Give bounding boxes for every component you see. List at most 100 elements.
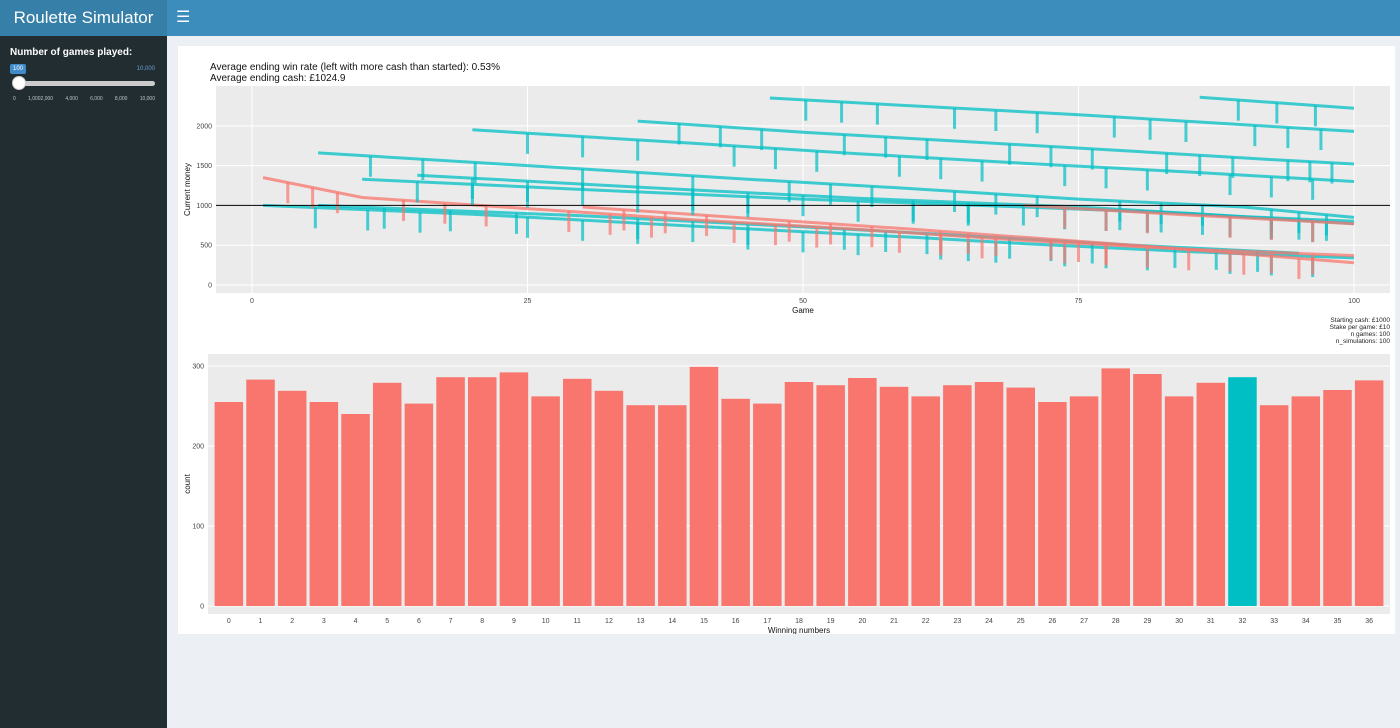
bar-x-tick-label: 21 — [890, 618, 898, 625]
line-y-tick-label: 500 — [200, 243, 212, 250]
bar-35 — [1323, 390, 1352, 606]
line-x-tick-label: 25 — [524, 298, 532, 305]
bar-19 — [816, 385, 845, 606]
bar-33 — [1259, 405, 1289, 606]
bar-x-tick-label: 4 — [354, 618, 358, 625]
bar-23 — [943, 385, 972, 606]
bar-y-tick-label: 0 — [200, 604, 204, 611]
bar-x-tick-label: 16 — [732, 618, 740, 625]
bar-x-tick-label: 17 — [763, 618, 771, 625]
bar-12 — [594, 390, 624, 606]
win-rate-text: Average ending win rate (left with more … — [210, 62, 500, 73]
bar-y-tick-label: 300 — [192, 364, 204, 371]
slider-track[interactable] — [13, 81, 155, 86]
bar-x-tick-label: 6 — [417, 618, 421, 625]
slider-tick-label: 10,000 — [139, 96, 155, 102]
app-header: Roulette Simulator ☰ — [0, 0, 1400, 36]
bar-x-tick-label: 0 — [227, 618, 231, 625]
bar-x-tick-label: 13 — [637, 618, 645, 625]
bar-x-tick-label: 11 — [574, 618, 581, 625]
avg-cash-text: Average ending cash: £1024.9 — [210, 73, 346, 84]
bar-x-tick-label: 2 — [290, 618, 294, 625]
bar-x-tick-label: 35 — [1334, 618, 1342, 625]
bar-x-tick-label: 9 — [512, 618, 516, 625]
bar-x-tick-label: 31 — [1207, 618, 1215, 625]
bar-x-tick-label: 32 — [1239, 618, 1247, 625]
bar-y-tick-label: 100 — [192, 524, 204, 531]
slider-tick-label: 1,0002,000 — [28, 96, 54, 102]
bar-4 — [341, 414, 370, 606]
line-x-tick-label: 50 — [799, 298, 807, 305]
caption-line: Starting cash: £1000 — [1330, 317, 1390, 324]
bar-9 — [499, 372, 529, 606]
bar-x-tick-label: 24 — [985, 618, 993, 625]
bar-21 — [879, 386, 909, 606]
bar-x-axis-title: Winning numbers — [768, 626, 830, 634]
bar-27 — [1069, 396, 1099, 606]
app-title: Roulette Simulator — [0, 0, 167, 36]
bar-30 — [1164, 396, 1194, 606]
slider-handle[interactable] — [12, 76, 27, 90]
bar-15 — [689, 366, 719, 606]
caption-line: n_simulations: 100 — [1336, 338, 1391, 345]
line-x-tick-label: 100 — [1348, 298, 1360, 305]
line-x-axis-title: Game — [792, 306, 814, 315]
bar-26 — [1038, 402, 1067, 606]
bar-x-tick-label: 19 — [827, 618, 835, 625]
plots-svg: Average ending win rate (left with more … — [183, 62, 1391, 635]
bar-x-tick-label: 22 — [922, 618, 930, 625]
bar-x-tick-label: 7 — [449, 618, 453, 625]
bar-x-tick-label: 28 — [1112, 618, 1120, 625]
bar-x-tick-label: 33 — [1270, 618, 1278, 625]
bar-29 — [1133, 374, 1162, 606]
bar-x-tick-label: 23 — [953, 618, 961, 625]
bar-y-tick-label: 200 — [192, 444, 204, 451]
bar-x-tick-label: 10 — [542, 618, 550, 625]
slider-tick-label: 8,000 — [114, 96, 128, 102]
bar-6 — [404, 403, 434, 606]
sidebar: Number of games played: 100 10,000 0 1,00… — [0, 36, 167, 728]
bar-x-tick-label: 1 — [259, 618, 263, 625]
bar-8 — [467, 377, 497, 606]
bar-31 — [1196, 382, 1226, 606]
bar-x-tick-label: 26 — [1049, 618, 1057, 625]
menu-icon[interactable]: ☰ — [176, 8, 190, 28]
slider-ticks: 0 1,0002,000 4,000 6,000 8,000 10,000 — [13, 96, 155, 102]
bar-17 — [753, 403, 782, 606]
bar-x-tick-label: 14 — [668, 618, 676, 625]
bar-16 — [721, 398, 750, 606]
slider-tick-label: 4,000 — [65, 96, 78, 102]
bar-13 — [626, 405, 655, 606]
bar-x-tick-label: 27 — [1080, 618, 1088, 625]
bar-x-tick-label: 30 — [1175, 618, 1183, 625]
line-x-tick-label: 0 — [250, 298, 254, 305]
bar-x-tick-label: 18 — [795, 618, 803, 625]
slider-tick-label: 6,000 — [90, 96, 103, 102]
bar-7 — [436, 377, 465, 606]
bar-18 — [784, 382, 814, 606]
bar-10 — [531, 396, 560, 606]
bar-x-tick-label: 36 — [1365, 618, 1373, 625]
slider-tick-label: 0 — [13, 96, 16, 102]
bar-1 — [246, 379, 275, 606]
bar-14 — [658, 405, 687, 606]
line-y-axis-title: Current money — [183, 163, 192, 216]
bar-28 — [1101, 368, 1131, 606]
line-x-tick-label: 75 — [1075, 298, 1083, 305]
bar-x-tick-label: 3 — [322, 618, 326, 625]
bar-x-tick-label: 8 — [480, 618, 484, 625]
bar-0 — [214, 402, 244, 606]
slider-label: Number of games played: — [10, 47, 133, 58]
bar-x-tick-label: 29 — [1144, 618, 1152, 625]
bar-3 — [309, 402, 339, 606]
bar-y-axis-title: count — [183, 473, 192, 493]
slider-value-bubble: 100 — [10, 64, 27, 74]
bar-x-tick-label: 34 — [1302, 618, 1310, 625]
bar-36 — [1354, 380, 1384, 606]
bar-25 — [1006, 387, 1035, 606]
bar-11 — [563, 378, 592, 606]
plot-box: Average ending win rate (left with more … — [178, 46, 1395, 635]
bar-22 — [911, 396, 940, 606]
bar-2 — [277, 390, 307, 606]
bar-5 — [372, 382, 402, 606]
